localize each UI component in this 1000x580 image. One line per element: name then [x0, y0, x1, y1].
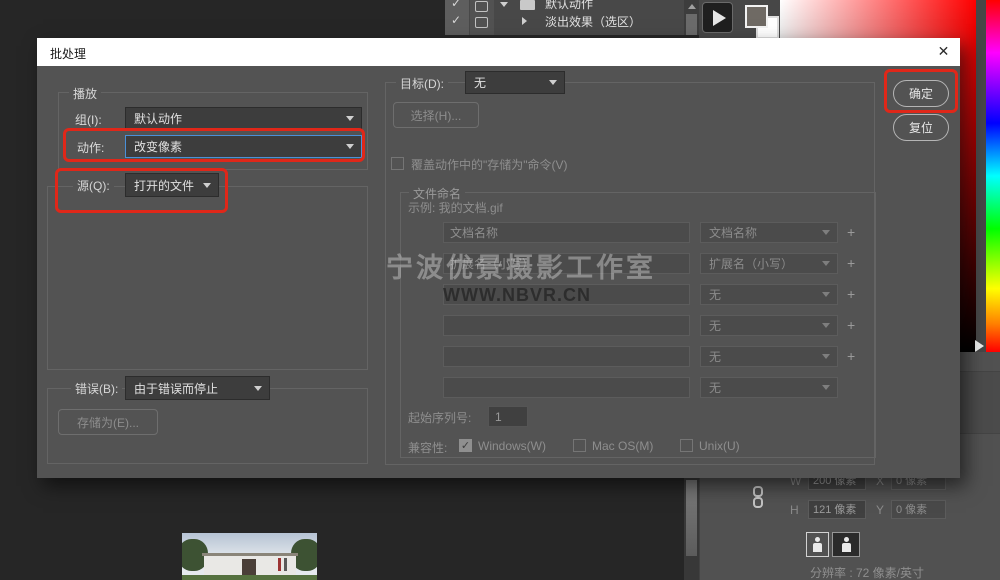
annotation-source-highlight	[55, 168, 228, 213]
landscape-icon	[842, 543, 851, 552]
action-set-row[interactable]: 默认动作	[545, 0, 593, 12]
destination-label: 目标(D):	[396, 75, 448, 92]
portrait-icon	[813, 543, 822, 552]
check-icon[interactable]: ✓	[451, 13, 461, 27]
naming-example: 示例: 我的文档.gif	[408, 199, 503, 216]
hue-slider[interactable]	[986, 0, 1000, 352]
scrollbar-thumb[interactable]	[686, 14, 697, 35]
chevron-down-icon	[822, 261, 830, 266]
error-dropdown-value: 由于错误而停止	[134, 380, 218, 397]
resolution-value: 分辨率 : 72 像素/英寸	[810, 564, 924, 580]
naming-token-dropdown[interactable]: 无	[700, 315, 838, 336]
naming-token-dropdown[interactable]: 无	[700, 284, 838, 305]
chevron-down-icon	[822, 323, 830, 328]
override-save-as-checkbox[interactable]	[391, 157, 404, 170]
choose-button[interactable]: 选择(H)...	[393, 102, 479, 128]
play-group-legend: 播放	[69, 85, 101, 102]
naming-text-field[interactable]: 文档名称	[443, 222, 690, 243]
dialog-toggle-icon[interactable]	[475, 1, 488, 12]
scroll-up-icon[interactable]	[688, 4, 696, 9]
y-label: Y	[876, 503, 884, 517]
watermark-studio-name: 宁波优景摄影工作室	[386, 246, 656, 285]
windows-label: Windows(W)	[478, 439, 546, 453]
height-label: H	[790, 503, 799, 517]
thumbnail-banner	[284, 558, 287, 571]
naming-token-dropdown[interactable]: 无	[700, 346, 838, 367]
set-dropdown-value: 默认动作	[134, 110, 182, 127]
chevron-down-icon	[549, 80, 557, 85]
dialog-toggle-icon[interactable]	[475, 17, 488, 28]
set-label: 组(I):	[75, 111, 102, 128]
scrollbar-thumb[interactable]	[686, 480, 697, 556]
chevron-down-icon	[822, 230, 830, 235]
dialog-title: 批处理	[50, 45, 86, 62]
serial-number-label: 起始序列号:	[408, 409, 471, 426]
play-icon	[713, 10, 726, 26]
chevron-down-icon	[822, 292, 830, 297]
destination-dropdown-value: 无	[474, 74, 486, 91]
naming-token-value: 无	[709, 348, 721, 365]
close-icon[interactable]: ✕	[935, 43, 952, 60]
source-group	[47, 186, 368, 370]
portrait-orientation-button[interactable]	[806, 532, 829, 557]
chevron-right-icon[interactable]	[522, 17, 527, 25]
thumbnail-banner	[278, 558, 281, 571]
unix-checkbox[interactable]	[680, 439, 693, 452]
foreground-color-swatch[interactable]	[745, 5, 768, 28]
action-row[interactable]: 淡出效果（选区）	[545, 13, 641, 30]
naming-token-value: 扩展名（小写）	[709, 255, 793, 272]
error-label: 错误(B):	[71, 380, 122, 397]
document-thumbnail[interactable]	[182, 533, 317, 580]
y-input[interactable]: 0 像素	[891, 500, 946, 519]
windows-checkbox[interactable]: ✓	[459, 439, 472, 452]
add-token-button[interactable]: +	[847, 224, 855, 240]
watermark-url: WWW.NBVR.CN	[443, 285, 591, 306]
chevron-down-icon	[346, 116, 354, 121]
naming-token-dropdown[interactable]: 扩展名（小写）	[700, 253, 838, 274]
annotation-ok-highlight	[884, 69, 958, 113]
override-save-as-label: 覆盖动作中的"存储为"命令(V)	[411, 156, 568, 173]
add-token-button[interactable]: +	[847, 255, 855, 271]
set-dropdown[interactable]: 默认动作	[125, 107, 362, 130]
add-token-button[interactable]: +	[847, 348, 855, 364]
thumbnail-grass	[182, 575, 317, 580]
naming-text-field[interactable]	[443, 315, 690, 336]
dialog-titlebar[interactable]: 批处理 ✕	[37, 38, 960, 66]
link-dimensions-icon[interactable]	[753, 486, 763, 510]
annotation-action-highlight	[63, 128, 365, 162]
macos-label: Mac OS(M)	[592, 439, 653, 453]
landscape-orientation-button[interactable]	[832, 532, 860, 557]
check-icon[interactable]: ✓	[451, 0, 461, 10]
macos-checkbox[interactable]	[573, 439, 586, 452]
naming-token-value: 无	[709, 379, 721, 396]
chevron-down-icon	[822, 385, 830, 390]
height-input[interactable]: 121 像素	[808, 500, 866, 519]
naming-token-value: 文档名称	[709, 224, 757, 241]
save-as-button[interactable]: 存储为(E)...	[58, 409, 158, 435]
naming-token-dropdown[interactable]: 文档名称	[700, 222, 838, 243]
naming-token-dropdown[interactable]: 无	[700, 377, 838, 398]
thumbnail-door	[242, 559, 256, 575]
hue-slider-cursor[interactable]	[975, 340, 984, 352]
naming-text-field[interactable]	[443, 346, 690, 367]
chevron-down-icon[interactable]	[500, 2, 508, 7]
destination-dropdown[interactable]: 无	[465, 71, 565, 94]
naming-token-value: 无	[709, 317, 721, 334]
folder-icon	[520, 0, 535, 10]
naming-text-field[interactable]	[443, 377, 690, 398]
add-token-button[interactable]: +	[847, 317, 855, 333]
chevron-down-icon	[822, 354, 830, 359]
naming-token-value: 无	[709, 286, 721, 303]
unix-label: Unix(U)	[699, 439, 740, 453]
serial-number-input[interactable]: 1	[488, 406, 528, 427]
add-token-button[interactable]: +	[847, 286, 855, 302]
chevron-down-icon	[254, 386, 262, 391]
play-action-button[interactable]	[702, 2, 733, 33]
reset-button[interactable]: 复位	[893, 114, 949, 141]
error-dropdown[interactable]: 由于错误而停止	[125, 376, 270, 400]
compatibility-label: 兼容性:	[408, 439, 447, 456]
